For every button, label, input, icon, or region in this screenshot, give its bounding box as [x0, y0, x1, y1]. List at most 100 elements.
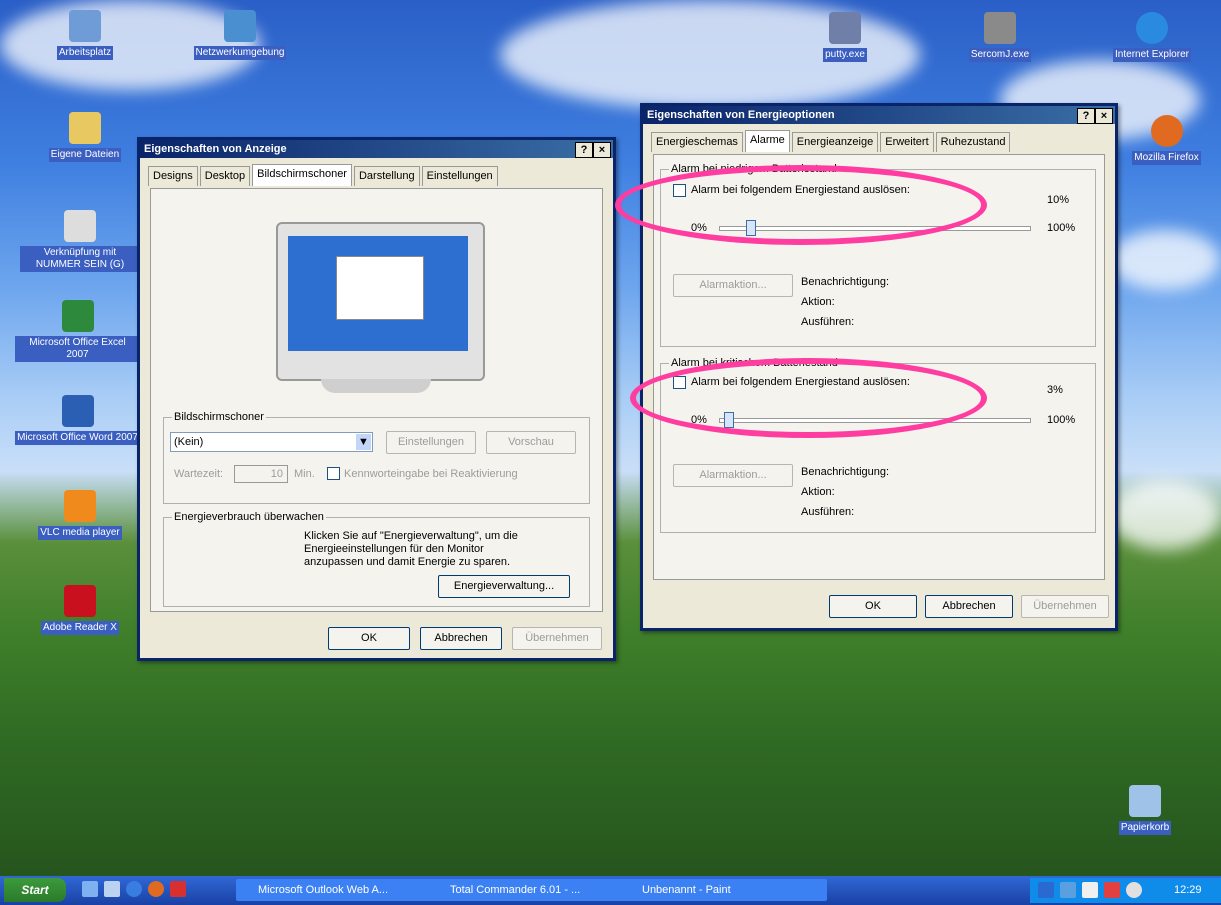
preview-button[interactable]: Vorschau: [486, 431, 576, 454]
ok-button[interactable]: OK: [829, 595, 917, 618]
highlight-ellipse: [630, 358, 987, 438]
tab-energieschemas[interactable]: Energieschemas: [651, 132, 743, 152]
icon-label: Internet Explorer: [1113, 48, 1191, 62]
screensaver-select[interactable]: (Kein) ▼: [170, 432, 373, 452]
desktop-icon-eigene-dateien[interactable]: Eigene Dateien: [30, 112, 140, 162]
file-icon[interactable]: [104, 881, 120, 897]
vlc-icon: [64, 490, 96, 522]
tab-einstellungen[interactable]: Einstellungen: [421, 166, 498, 186]
desktop-icon-putty[interactable]: putty.exe: [790, 12, 900, 62]
icon-label: Microsoft Office Word 2007: [15, 431, 140, 445]
password-checkbox[interactable]: [327, 467, 340, 480]
recycle-bin-icon: [1129, 785, 1161, 817]
window-title: Eigenschaften von Anzeige: [144, 143, 287, 155]
volume-icon[interactable]: [1082, 882, 1098, 898]
desktop-icon-verknuepfung[interactable]: Verknüpfung mit NUMMER SEIN (G): [20, 210, 140, 272]
settings-button[interactable]: Einstellungen: [386, 431, 476, 454]
show-desktop-icon[interactable]: [82, 881, 98, 897]
desktop-icon-netzwerkumgebung[interactable]: Netzwerkumgebung: [180, 10, 300, 60]
firefox-icon: [1150, 115, 1183, 147]
icon-label: Microsoft Office Excel 2007: [15, 336, 140, 362]
desktop-icon-papierkorb[interactable]: Papierkorb: [1090, 785, 1200, 835]
energy-text: anzupassen und damit Energie zu sparen.: [304, 556, 511, 568]
ok-button[interactable]: OK: [328, 627, 410, 650]
desktop-icon-sercomj[interactable]: SercomJ.exe: [945, 12, 1055, 62]
network-icon[interactable]: [1060, 882, 1076, 898]
energy-text: Klicken Sie auf "Energieverwaltung", um …: [304, 530, 518, 542]
critical-alarm-action-button[interactable]: Alarmaktion...: [673, 464, 793, 487]
icon-label: Netzwerkumgebung: [193, 46, 287, 60]
action-label: Aktion:: [801, 296, 835, 308]
apply-button[interactable]: Übernehmen: [512, 627, 602, 650]
monitor-screen: [288, 236, 468, 351]
folder-icon: [69, 112, 101, 144]
clock-time: 12:29: [1174, 884, 1202, 896]
wait-value: 10: [270, 468, 283, 480]
antivirus-icon[interactable]: [1104, 882, 1120, 898]
chevron-down-icon[interactable]: ▼: [356, 434, 371, 450]
tray-icon[interactable]: [1038, 882, 1054, 898]
start-label: Start: [21, 883, 49, 897]
tab-designs[interactable]: Designs: [148, 166, 198, 186]
start-button[interactable]: Start: [4, 878, 66, 902]
icon-label: SercomJ.exe: [968, 48, 1032, 62]
monitor-preview: [276, 222, 485, 381]
close-button[interactable]: ×: [1095, 108, 1113, 124]
close-button[interactable]: ×: [593, 142, 611, 158]
icon-label: Eigene Dateien: [48, 148, 122, 162]
cancel-button[interactable]: Abbrechen: [420, 627, 502, 650]
tab-energieanzeige[interactable]: Energieanzeige: [791, 132, 879, 152]
app-icon[interactable]: [170, 881, 186, 897]
icon-label: VLC media player: [38, 526, 122, 540]
desktop-icon-arbeitsplatz[interactable]: Arbeitsplatz: [30, 10, 140, 60]
power-dialog-titlebar[interactable]: Eigenschaften von Energieoptionen ? ×: [643, 106, 1115, 124]
desktop-icon-vlc[interactable]: VLC media player: [25, 490, 135, 540]
energy-management-button[interactable]: Energieverwaltung...: [438, 575, 570, 598]
desktop-icon-firefox[interactable]: Mozilla Firefox: [1112, 115, 1221, 165]
tab-darstellung[interactable]: Darstellung: [353, 166, 420, 186]
tab-alarme[interactable]: Alarme: [744, 130, 790, 152]
icon-label: putty.exe: [823, 48, 867, 62]
apply-button[interactable]: Übernehmen: [1021, 595, 1109, 618]
taskbar-item-total-commander[interactable]: Total Commander 6.01 - ...: [428, 879, 635, 901]
clock-icon[interactable]: [1126, 882, 1142, 898]
tab-desktop[interactable]: Desktop: [199, 166, 251, 186]
desktop-icon-internet-explorer[interactable]: Internet Explorer: [1092, 12, 1212, 62]
excel-icon: [61, 300, 94, 332]
firefox-icon[interactable]: [148, 881, 164, 897]
run-label: Ausführen:: [801, 316, 855, 328]
wait-time-stepper[interactable]: 10: [234, 465, 288, 483]
low-alarm-action-button[interactable]: Alarmaktion...: [673, 274, 793, 297]
cancel-button[interactable]: Abbrechen: [925, 595, 1013, 618]
ie-icon[interactable]: [126, 881, 142, 897]
help-button[interactable]: ?: [1077, 108, 1095, 124]
tab-bildschirmschoner[interactable]: Bildschirmschoner: [252, 164, 352, 186]
tab-panel: Bildschirmschoner (Kein) ▼ Einstellungen…: [150, 188, 603, 612]
desktop-icon-adobe-reader[interactable]: Adobe Reader X: [25, 585, 135, 635]
taskbar-item-paint[interactable]: Unbenannt - Paint: [620, 879, 827, 901]
help-button[interactable]: ?: [575, 142, 593, 158]
system-tray: 12:29: [1030, 878, 1221, 903]
notify-label: Benachrichtigung:: [801, 276, 890, 288]
word-icon: [61, 395, 94, 427]
taskbar-item-label: Microsoft Outlook Web A...: [258, 884, 389, 896]
icon-label: Mozilla Firefox: [1132, 151, 1201, 165]
action-label: Aktion:: [801, 486, 835, 498]
tab-erweitert[interactable]: Erweitert: [880, 132, 934, 152]
desktop-icon-excel[interactable]: Microsoft Office Excel 2007: [15, 300, 140, 362]
slider-max-label: 100%: [1047, 414, 1076, 426]
icon-label: Papierkorb: [1118, 821, 1172, 835]
tab-ruhezustand[interactable]: Ruhezustand: [935, 132, 1011, 152]
notify-label: Benachrichtigung:: [801, 466, 890, 478]
desktop-icon-word[interactable]: Microsoft Office Word 2007: [15, 395, 140, 445]
icon-label: Verknüpfung mit NUMMER SEIN (G): [20, 246, 140, 272]
network-icon: [224, 10, 256, 42]
password-label: Kennworteingabe bei Reaktivierung: [344, 468, 518, 480]
taskbar-item-outlook[interactable]: Microsoft Outlook Web A...: [236, 879, 443, 901]
cloud: [1110, 230, 1220, 290]
terminal-icon: [829, 12, 861, 44]
slider-max-label: 100%: [1047, 222, 1076, 234]
display-dialog-titlebar[interactable]: Eigenschaften von Anzeige ? ×: [140, 140, 613, 158]
taskbar-item-label: Unbenannt - Paint: [642, 884, 731, 896]
display-tabs: Designs Desktop Bildschirmschoner Darste…: [148, 164, 500, 186]
